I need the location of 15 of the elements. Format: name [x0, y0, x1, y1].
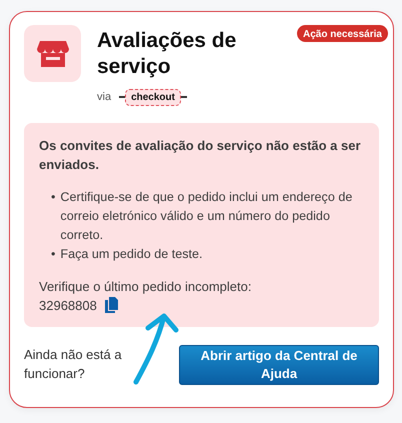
status-badge: Ação necessária — [297, 25, 388, 42]
source-tag: checkout — [125, 88, 181, 106]
tip-item: Faça um pedido de teste. — [60, 246, 203, 263]
help-article-button[interactable]: Abrir artigo da Central de Ajuda — [179, 344, 379, 384]
card-title: Avaliações de serviço — [97, 28, 238, 80]
bullet-marker: • — [51, 246, 56, 262]
tip-item: Certifique-se de que o pedido inclui um endereço de correio eletrónico válido e um número do pedido correto. — [60, 188, 354, 244]
copy-icon[interactable] — [104, 297, 118, 313]
bullet-marker: • — [51, 188, 56, 206]
check-label: Verifique o último pedido incompleto: — [39, 278, 252, 296]
help-question: Ainda não está a funcionar? — [24, 346, 123, 382]
store-icon — [24, 25, 81, 82]
alert-heading: Os convites de avaliação do serviço não estão a ser enviados. — [39, 136, 362, 174]
order-number: 32968808 — [39, 296, 97, 314]
via-label: via — [97, 90, 112, 105]
